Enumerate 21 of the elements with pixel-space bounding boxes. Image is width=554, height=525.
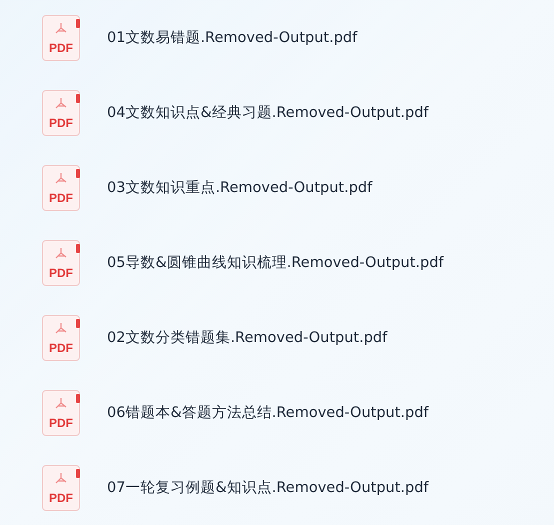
file-name[interactable]: 05导数&圆锥曲线知识梳理.Removed-Output.pdf (107, 253, 444, 272)
acrobat-symbol-icon (54, 472, 68, 486)
acrobat-symbol-icon (54, 396, 68, 410)
file-name[interactable]: 01文数易错题.Removed-Output.pdf (107, 28, 358, 47)
pdf-label: PDF (49, 116, 73, 128)
pdf-label: PDF (49, 42, 73, 54)
acrobat-symbol-icon (54, 322, 68, 336)
file-name[interactable]: 04文数知识点&经典习题.Removed-Output.pdf (107, 103, 429, 122)
pdf-label: PDF (49, 416, 73, 428)
acrobat-symbol-icon (54, 246, 68, 260)
acrobat-symbol-icon (54, 96, 68, 110)
pdf-label: PDF (49, 192, 73, 204)
file-name[interactable]: 06错题本&答题方法总结.Removed-Output.pdf (107, 403, 429, 422)
pdf-label: PDF (49, 266, 73, 278)
file-name[interactable]: 02文数分类错题集.Removed-Output.pdf (107, 328, 388, 347)
pdf-label: PDF (49, 342, 73, 354)
file-name[interactable]: 07一轮复习例题&知识点.Removed-Output.pdf (107, 478, 429, 497)
acrobat-symbol-icon (54, 22, 68, 36)
acrobat-symbol-icon (54, 172, 68, 186)
pdf-label: PDF (49, 492, 73, 504)
file-name[interactable]: 03文数知识重点.Removed-Output.pdf (107, 178, 372, 197)
